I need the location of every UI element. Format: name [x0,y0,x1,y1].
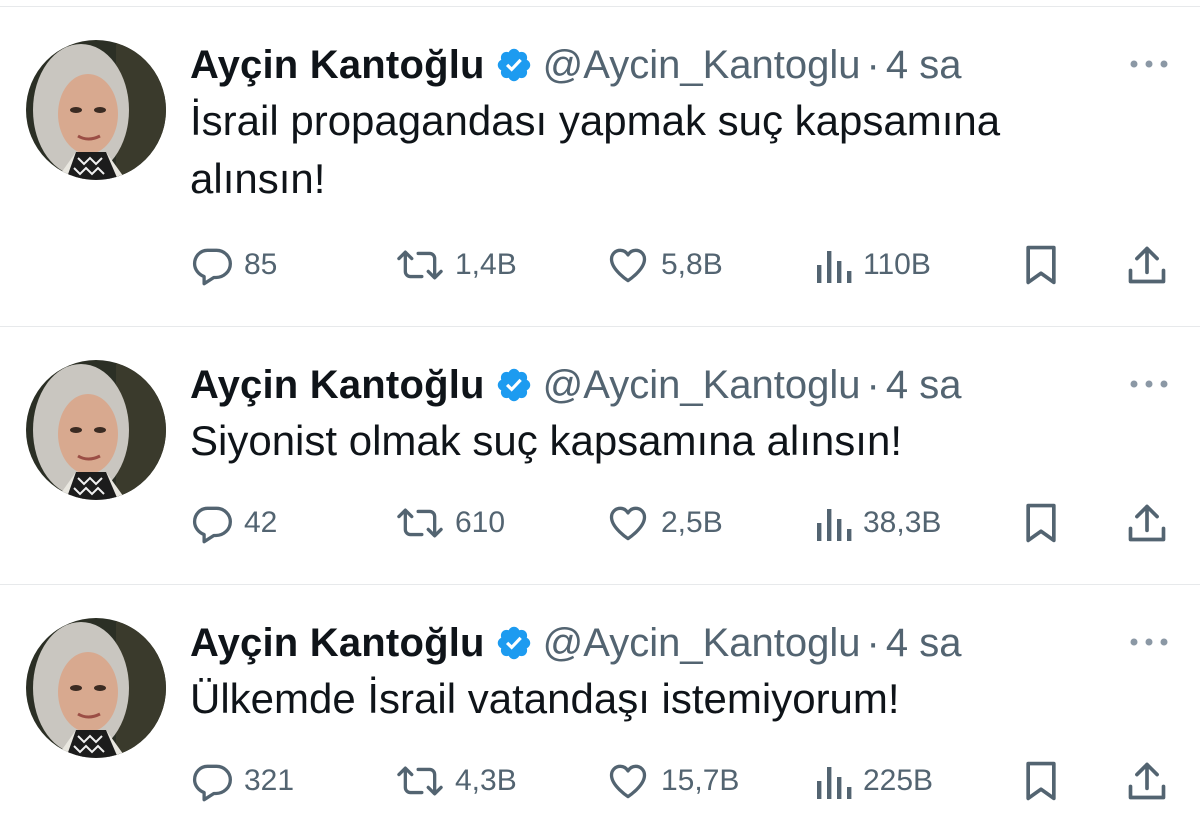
retweet-button[interactable]: 610 [395,498,505,548]
bookmark-icon [1022,243,1060,287]
retweet-icon [395,243,445,287]
tweet-divider [0,326,1200,327]
reply-icon [190,501,234,545]
share-icon [1126,759,1168,803]
retweet-count: 610 [455,506,506,539]
heart-icon [605,501,651,545]
share-icon [1126,243,1168,287]
like-count: 2,5B [661,506,723,539]
like-button[interactable]: 2,5B [605,498,723,548]
tweet-header: Ayçin Kantoğlu @Aycin_Kantoglu · 4 sa [190,40,961,90]
bookmark-icon [1022,759,1060,803]
like-button[interactable]: 15,7B [605,756,739,806]
verified-badge-icon [495,46,533,84]
share-button[interactable] [1126,756,1168,806]
reply-icon [190,243,234,287]
share-icon [1126,501,1168,545]
view-count: 38,3B [863,506,942,539]
views-bar-icon [815,247,853,283]
avatar[interactable] [26,40,166,180]
view-count: 110B [863,248,931,281]
more-dots-icon[interactable] [1128,632,1170,652]
separator-dot: · [866,42,880,87]
bookmark-icon [1022,501,1060,545]
retweet-button[interactable]: 1,4B [395,240,517,290]
retweet-button[interactable]: 4,3B [395,756,517,806]
views-button[interactable]: 225B [815,756,933,806]
author-name[interactable]: Ayçin Kantoğlu [190,43,485,88]
bookmark-button[interactable] [1022,756,1060,806]
like-count: 15,7B [661,764,740,797]
top-divider [0,6,1200,7]
more-dots-icon[interactable] [1128,54,1170,74]
heart-icon [605,759,651,803]
tweet-text: Ülkemde İsrail vatandaşı istemiyorum! [190,675,900,722]
retweet-icon [395,759,445,803]
views-bar-icon [815,763,853,799]
tweet-text: Siyonist olmak suç kapsamına alınsın! [190,417,902,464]
like-button[interactable]: 5,8B [605,240,723,290]
like-count: 5,8B [661,248,723,281]
retweet-icon [395,501,445,545]
author-handle[interactable]: @Aycin_Kantoglu [543,363,861,408]
tweet-feed: Ayçin Kantoğlu @Aycin_Kantoglu · 4 sa İs… [0,0,1200,815]
view-count: 225B [863,764,934,797]
share-button[interactable] [1126,240,1168,290]
reply-button[interactable]: 42 [190,498,277,548]
separator-dot: · [866,620,880,665]
views-button[interactable]: 38,3B [815,498,941,548]
avatar[interactable] [26,618,166,758]
verified-badge-icon [495,624,533,662]
share-button[interactable] [1126,498,1168,548]
bookmark-button[interactable] [1022,498,1060,548]
tweet-divider [0,584,1200,585]
author-handle[interactable]: @Aycin_Kantoglu [543,43,861,88]
author-name[interactable]: Ayçin Kantoğlu [190,363,485,408]
timestamp[interactable]: 4 sa [886,363,962,408]
tweet-text: İsrail propagandası yapmak suç kapsamına… [190,97,1001,202]
tweet-actions: 42 610 2,5B 38,3B [190,498,1170,548]
retweet-count: 4,3B [455,764,517,797]
avatar-image [26,618,166,758]
views-bar-icon [815,505,853,541]
reply-button[interactable]: 85 [190,240,277,290]
author-handle[interactable]: @Aycin_Kantoglu [543,621,861,666]
reply-count: 85 [244,248,278,281]
avatar-image [26,40,166,180]
tweet-actions: 85 1,4B 5,8B 110B [190,240,1170,290]
reply-count: 321 [244,764,295,797]
bookmark-button[interactable] [1022,240,1060,290]
reply-icon [190,759,234,803]
retweet-count: 1,4B [455,248,517,281]
verified-badge-icon [495,366,533,404]
author-name[interactable]: Ayçin Kantoğlu [190,621,485,666]
timestamp[interactable]: 4 sa [886,621,962,666]
avatar-image [26,360,166,500]
heart-icon [605,243,651,287]
reply-button[interactable]: 321 [190,756,294,806]
tweet-actions: 321 4,3B 15,7B 225B [190,756,1170,806]
reply-count: 42 [244,506,278,539]
timestamp[interactable]: 4 sa [886,43,962,88]
views-button[interactable]: 110B [815,240,931,290]
avatar[interactable] [26,360,166,500]
separator-dot: · [866,362,880,407]
tweet-header: Ayçin Kantoğlu @Aycin_Kantoglu · 4 sa [190,618,961,668]
more-dots-icon[interactable] [1128,374,1170,394]
tweet-header: Ayçin Kantoğlu @Aycin_Kantoglu · 4 sa [190,360,961,410]
